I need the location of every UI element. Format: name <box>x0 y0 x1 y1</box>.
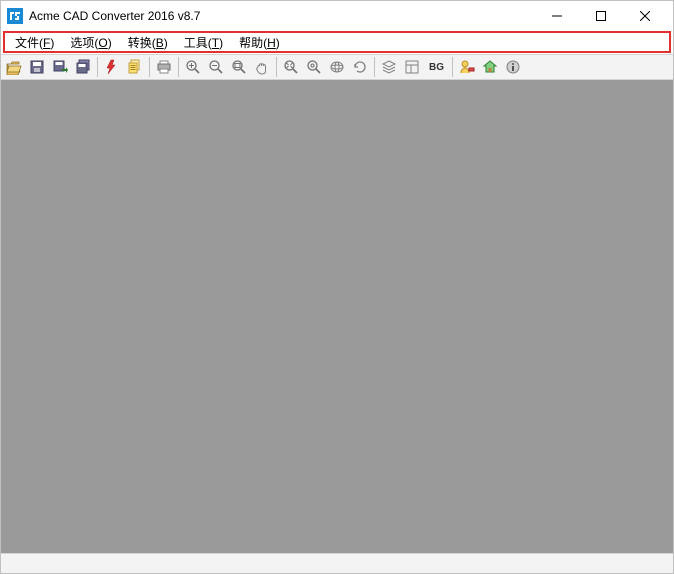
printer-icon <box>156 59 172 75</box>
zoom-all-button[interactable] <box>303 56 325 78</box>
print-button[interactable] <box>153 56 175 78</box>
save-as-button[interactable] <box>49 56 71 78</box>
maximize-button[interactable] <box>579 2 623 30</box>
toolbar: BG <box>1 54 673 80</box>
save-button[interactable] <box>26 56 48 78</box>
hand-icon <box>254 59 270 75</box>
layout-icon <box>404 59 420 75</box>
minimize-button[interactable] <box>535 2 579 30</box>
batch-save-button[interactable] <box>72 56 94 78</box>
batch-convert-button[interactable] <box>124 56 146 78</box>
status-bar <box>1 553 673 573</box>
toolbar-separator <box>452 57 453 77</box>
zoom-window-icon <box>231 59 247 75</box>
menu-bar: 文件(F) 选项(O) 转换(B) 工具(T) 帮助(H) <box>3 31 671 53</box>
refresh-icon <box>352 59 368 75</box>
view-3d-button[interactable] <box>326 56 348 78</box>
window-title: Acme CAD Converter 2016 v8.7 <box>29 9 535 23</box>
menu-options[interactable]: 选项(O) <box>62 32 119 53</box>
zoom-in-button[interactable] <box>182 56 204 78</box>
info-icon <box>505 59 521 75</box>
layers-button[interactable] <box>378 56 400 78</box>
lightning-convert-button[interactable] <box>101 56 123 78</box>
open-button[interactable] <box>3 56 25 78</box>
menu-tools[interactable]: 工具(T) <box>176 32 231 53</box>
floppy-arrow-icon <box>52 59 68 75</box>
zoom-all-icon <box>306 59 322 75</box>
zoom-extents-button[interactable] <box>280 56 302 78</box>
pan-button[interactable] <box>251 56 273 78</box>
zoom-out-icon <box>208 59 224 75</box>
menu-convert[interactable]: 转换(B) <box>120 32 176 53</box>
zoom-out-button[interactable] <box>205 56 227 78</box>
regen-button[interactable] <box>349 56 371 78</box>
floppy-icon <box>29 59 45 75</box>
floppy-stack-icon <box>75 59 91 75</box>
close-button[interactable] <box>623 2 667 30</box>
zoom-extents-icon <box>283 59 299 75</box>
app-window: Acme CAD Converter 2016 v8.7 文件(F) 选项(O)… <box>0 0 674 574</box>
documents-icon <box>127 59 143 75</box>
toolbar-separator <box>276 57 277 77</box>
menu-help[interactable]: 帮助(H) <box>231 32 288 53</box>
zoom-in-icon <box>185 59 201 75</box>
user-key-icon <box>459 59 475 75</box>
register-button[interactable] <box>456 56 478 78</box>
toolbar-separator <box>374 57 375 77</box>
sphere-icon <box>329 59 345 75</box>
menu-file[interactable]: 文件(F) <box>7 32 62 53</box>
background-button[interactable]: BG <box>424 56 449 78</box>
about-button[interactable] <box>502 56 524 78</box>
zoom-window-button[interactable] <box>228 56 250 78</box>
workspace <box>1 80 673 553</box>
toolbar-separator <box>97 57 98 77</box>
folder-open-icon <box>6 59 22 75</box>
home-icon <box>482 59 498 75</box>
home-button[interactable] <box>479 56 501 78</box>
layers-icon <box>381 59 397 75</box>
app-icon <box>7 8 23 24</box>
toolbar-separator <box>178 57 179 77</box>
lightning-icon <box>104 59 120 75</box>
layout-button[interactable] <box>401 56 423 78</box>
title-bar: Acme CAD Converter 2016 v8.7 <box>1 1 673 31</box>
toolbar-separator <box>149 57 150 77</box>
